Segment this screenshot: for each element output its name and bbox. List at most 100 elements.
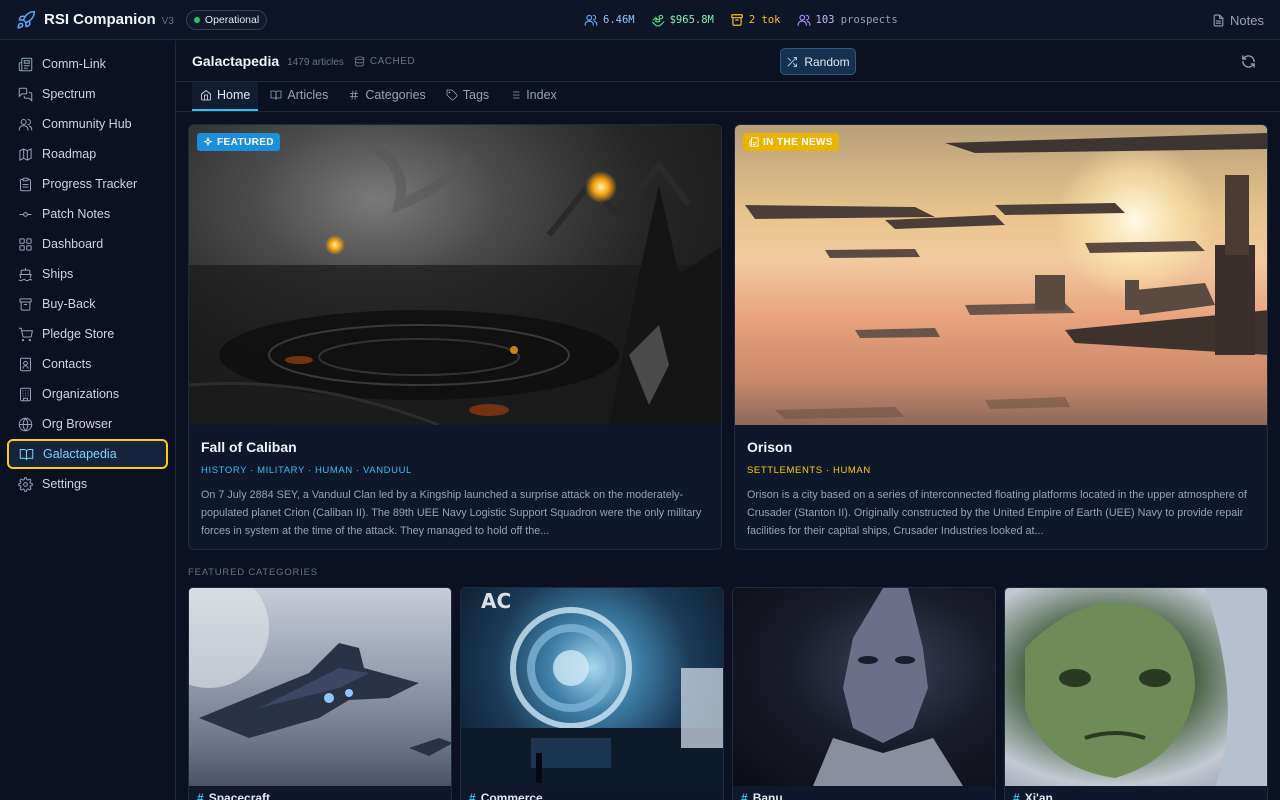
notes-label: Notes [1230,12,1264,28]
gear-icon [18,476,33,492]
top-bar: RSI Companion V3 Operational 6.46M $965.… [0,0,1280,40]
note-icon [1213,14,1224,26]
featured-article-title[interactable]: Fall of Caliban [201,439,709,455]
notes-button[interactable]: Notes [1212,0,1264,40]
sidebar-item-community-hub[interactable]: Community Hub [0,109,175,139]
tag-icon [446,89,458,101]
tab-articles[interactable]: Articles [262,81,336,111]
page-title: Galactapedia [192,53,280,69]
status-dot [193,16,200,23]
archive-icon [19,297,32,311]
sidebar-item-galactapedia[interactable]: Galactapedia [7,439,168,469]
sidebar-item-label: Dashboard [42,237,104,251]
tab-index[interactable]: Index [501,81,565,111]
users-icon [584,14,598,26]
sidebar-item-comm-link[interactable]: Comm-Link [0,49,175,79]
sidebar-item-patch-notes[interactable]: Patch Notes [0,199,175,229]
xian-scene [1025,588,1267,786]
sidebar-item-progress-tracker[interactable]: Progress Tracker [0,169,175,199]
sidebar-item-label: Community Hub [42,117,132,131]
featured-article-description: On 7 July 2884 SEY, a Vanduul Clan led b… [201,489,702,537]
sidebar-item-label: Roadmap [42,147,97,161]
sidebar-item-dashboard[interactable]: Dashboard [0,229,175,259]
sidebar-item-pledge-store[interactable]: Pledge Store [0,319,175,349]
tab-categories[interactable]: Categories [340,81,433,111]
sidebar-item-label: Patch Notes [42,207,111,221]
category-image [1005,588,1267,786]
stat-tok: 2 tok [730,13,781,27]
category-image: AC [461,588,723,786]
highlight-cards: FEATURED Fall of Caliban HISTORY · MILIT… [188,124,1268,550]
stat-prospects: 103 prospects [797,13,898,27]
globe-icon [18,417,33,431]
category-image [189,588,451,786]
grid-icon [19,237,32,251]
hash-icon [350,90,359,100]
building-icon [20,387,31,401]
sidebar-item-buy-back[interactable]: Buy-Back [0,289,175,319]
news-article-title[interactable]: Orison [747,439,1255,455]
contact-icon [20,357,31,371]
sidebar-item-ships[interactable]: Ships [0,259,175,289]
sidebar-item-roadmap[interactable]: Roadmap [0,139,175,169]
tab-home[interactable]: Home [192,81,259,111]
users-icon [18,118,33,131]
list-icon [510,91,520,99]
news-article-image: IN THE NEWS [735,125,1267,425]
tab-tags[interactable]: Tags [438,81,497,111]
category-card-xian[interactable]: # Xi'an [1004,587,1268,800]
category-name: Spacecraft [208,791,271,800]
banu-scene [813,588,963,786]
sidebar-item-label: Pledge Store [42,327,115,341]
featured-categories: # Spacecraft AC # Commerce # Banu # Xi'a… [188,587,1268,800]
sidebar-item-label: Settings [42,477,88,491]
featured-article-tags: HISTORY · MILITARY · HUMAN · VANDUUL [201,465,412,476]
sidebar-item-org-browser[interactable]: Org Browser [0,409,175,439]
random-button[interactable]: Random [780,48,856,75]
news-article-card[interactable]: IN THE NEWS Orison SETTLEMENTS · HUMAN O… [734,124,1268,550]
category-name: Banu [752,791,783,800]
sidebar-item-organizations[interactable]: Organizations [0,379,175,409]
category-image [733,588,995,786]
sidebar-item-label: Ships [42,267,74,281]
random-label: Random [804,54,850,69]
clipboard-icon [20,177,31,191]
tab-label: Index [526,88,557,102]
news-badge-label: IN THE NEWS [763,136,833,148]
book-icon [19,448,34,460]
money-icon [651,14,665,27]
refresh-icon[interactable] [1241,54,1256,69]
sidebar-item-label: Buy-Back [42,297,96,311]
stat-tok-label: tok [761,14,781,26]
newspaper-icon [18,57,33,71]
sidebar-item-label: Comm-Link [42,57,106,71]
cached-indicator: CACHED [354,56,415,67]
stat-tok-value: 2 [748,14,756,26]
cached-label: CACHED [369,55,416,67]
stat-funding: $965.8M [651,13,714,27]
page-header: Galactapedia 1479 articles CACHED Random [176,41,1280,82]
sidebar-item-label: Spectrum [42,87,96,101]
brand: RSI Companion V3 Operational [0,9,400,30]
sidebar-item-spectrum[interactable]: Spectrum [0,79,175,109]
map-icon [19,147,32,161]
sidebar-item-label: Galactapedia [43,447,117,461]
featured-article-card[interactable]: FEATURED Fall of Caliban HISTORY · MILIT… [188,124,722,550]
commerce-scene: AC [461,589,723,786]
status-badge: Operational [185,9,268,30]
category-card-commerce[interactable]: AC # Commerce [460,587,724,800]
book-icon [270,90,282,100]
sidebar-item-label: Progress Tracker [42,177,138,191]
news-article-tags: SETTLEMENTS · HUMAN [747,465,871,476]
featured-categories-heading: FEATURED CATEGORIES [188,567,318,578]
sidebar-item-settings[interactable]: Settings [0,469,175,499]
stat-prospects-value: 103 [815,14,835,26]
category-card-spacecraft[interactable]: # Spacecraft [188,587,452,800]
sidebar-item-contacts[interactable]: Contacts [0,349,175,379]
stat-prospects-label: prospects [840,14,898,26]
news-badge: IN THE NEWS [743,133,839,151]
archive-icon [731,14,743,26]
featured-article-body: Fall of Caliban HISTORY · MILITARY · HUM… [189,425,721,549]
category-card-banu[interactable]: # Banu [732,587,996,800]
article-count: 1479 articles [287,57,344,68]
